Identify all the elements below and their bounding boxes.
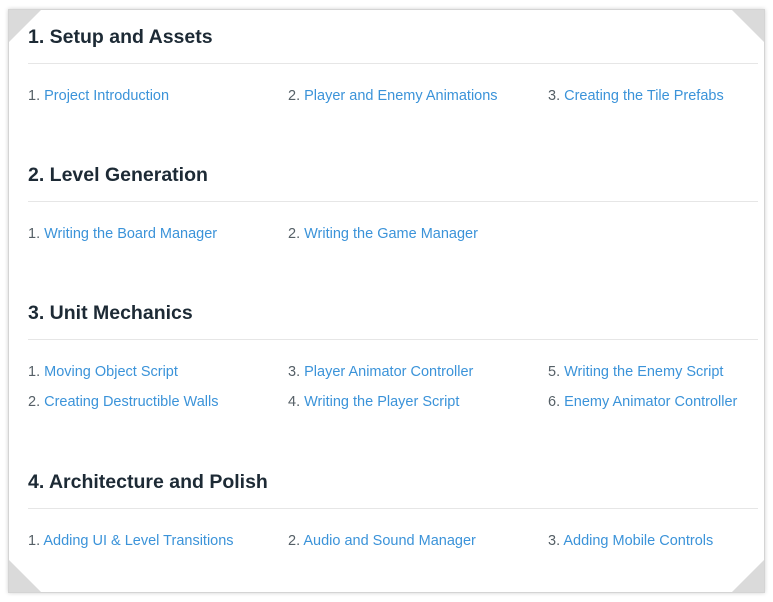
lesson-link[interactable]: Creating the Tile Prefabs <box>564 88 724 104</box>
lesson-number: 4. <box>288 394 301 410</box>
lesson-item: 1. Writing the Board Manager <box>28 223 288 253</box>
lesson-item: 5. Writing the Enemy Script <box>548 361 764 391</box>
lesson-number: 1. <box>28 226 41 242</box>
lesson-number: 2. <box>288 226 301 242</box>
lesson-link[interactable]: Project Introduction <box>44 88 169 104</box>
lesson-number: 1. <box>28 364 41 380</box>
lesson-number: 5. <box>548 364 561 380</box>
section-divider <box>28 201 758 202</box>
lesson-link[interactable]: Adding Mobile Controls <box>563 533 713 549</box>
lesson-item: 6. Enemy Animator Controller <box>548 391 764 421</box>
corner-decoration-bottom-left <box>9 560 41 592</box>
section-title: 4. Architecture and Polish <box>28 471 268 493</box>
lesson-link[interactable]: Writing the Enemy Script <box>564 364 723 380</box>
lesson-list: 1. Project Introduction 2. Player and En… <box>28 85 764 115</box>
lesson-number: 6. <box>548 394 561 410</box>
lesson-link[interactable]: Creating Destructible Walls <box>44 394 218 410</box>
lesson-number: 3. <box>548 533 561 549</box>
section-architecture-and-polish: 4. Architecture and Polish 1. Adding UI … <box>28 467 758 549</box>
lesson-item: 1. Project Introduction <box>28 85 288 115</box>
lesson-link[interactable]: Adding UI & Level Transitions <box>43 533 233 549</box>
lesson-list: 1. Moving Object Script 2. Creating Dest… <box>28 361 764 421</box>
lesson-number: 3. <box>288 364 301 380</box>
lesson-number: 2. <box>28 394 41 410</box>
lesson-list-panel: 1. Setup and Assets 1. Project Introduct… <box>8 9 765 593</box>
lesson-link[interactable]: Audio and Sound Manager <box>303 533 476 549</box>
corner-decoration-bottom-right <box>732 560 764 592</box>
lesson-item: 2. Creating Destructible Walls <box>28 391 288 421</box>
lesson-item: 1. Moving Object Script <box>28 361 288 391</box>
section-title: 1. Setup and Assets <box>28 26 213 48</box>
lesson-link[interactable]: Writing the Game Manager <box>304 226 478 242</box>
lesson-item: 3. Adding Mobile Controls <box>548 530 764 560</box>
lesson-number: 1. <box>28 533 41 549</box>
lesson-link[interactable]: Player and Enemy Animations <box>304 88 497 104</box>
section-divider <box>28 508 758 509</box>
section-title: 2. Level Generation <box>28 164 208 186</box>
lesson-link[interactable]: Writing the Player Script <box>304 394 459 410</box>
lesson-list: 1. Adding UI & Level Transitions 2. Audi… <box>28 530 764 560</box>
lesson-item: 3. Creating the Tile Prefabs <box>548 85 764 115</box>
section-level-generation: 2. Level Generation 1. Writing the Board… <box>28 160 758 242</box>
lesson-item: 1. Adding UI & Level Transitions <box>28 530 288 560</box>
lesson-number: 2. <box>288 533 301 549</box>
section-setup-and-assets: 1. Setup and Assets 1. Project Introduct… <box>28 22 758 104</box>
section-title: 3. Unit Mechanics <box>28 302 193 324</box>
lesson-number: 1. <box>28 88 41 104</box>
lesson-item: 4. Writing the Player Script <box>288 391 548 421</box>
lesson-item: 2. Writing the Game Manager <box>288 223 548 253</box>
lesson-link[interactable]: Moving Object Script <box>44 364 178 380</box>
lesson-link[interactable]: Enemy Animator Controller <box>564 394 737 410</box>
lesson-number: 3. <box>548 88 561 104</box>
lesson-link[interactable]: Writing the Board Manager <box>44 226 217 242</box>
lesson-item: 2. Audio and Sound Manager <box>288 530 548 560</box>
section-divider <box>28 63 758 64</box>
lesson-link[interactable]: Player Animator Controller <box>304 364 473 380</box>
lesson-number: 2. <box>288 88 301 104</box>
lesson-item: 2. Player and Enemy Animations <box>288 85 548 115</box>
section-divider <box>28 339 758 340</box>
lesson-list: 1. Writing the Board Manager 2. Writing … <box>28 223 764 253</box>
section-unit-mechanics: 3. Unit Mechanics 1. Moving Object Scrip… <box>28 298 758 410</box>
lesson-item: 3. Player Animator Controller <box>288 361 548 391</box>
